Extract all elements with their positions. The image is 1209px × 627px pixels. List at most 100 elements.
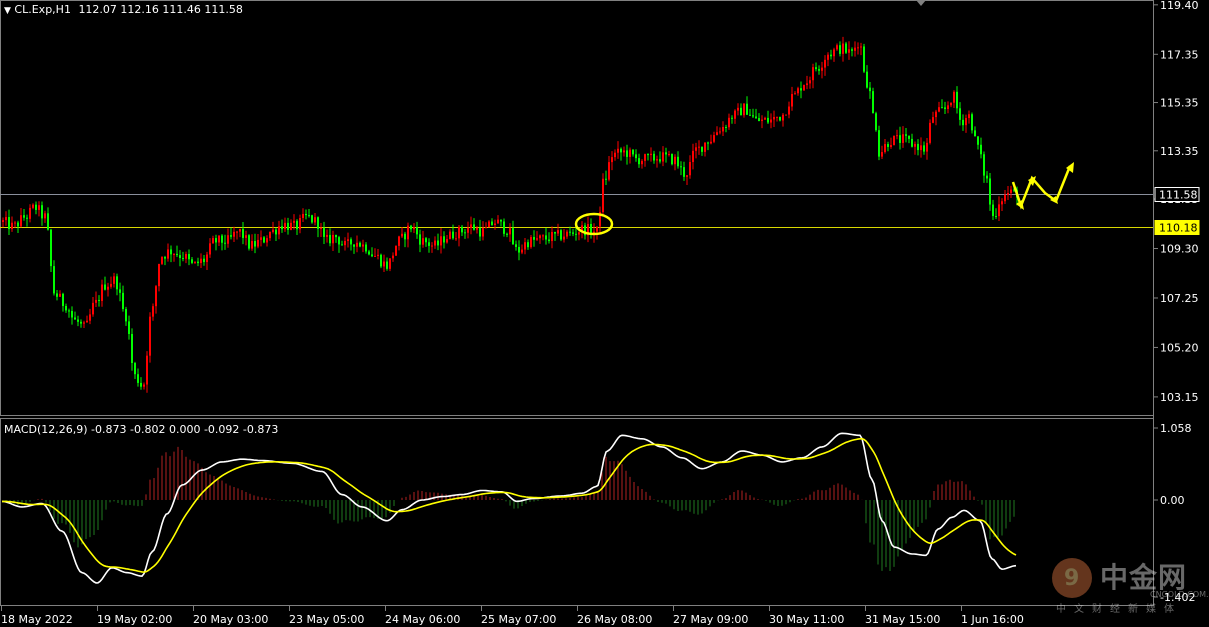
candle-body <box>242 228 244 238</box>
macd-header: MACD(12,26,9) -0.873 -0.802 0.000 -0.092… <box>4 423 279 436</box>
candle-body <box>332 234 334 244</box>
time-tick-label: 18 May 2022 <box>1 613 73 626</box>
candle-body <box>407 225 409 240</box>
candle-body <box>161 256 163 264</box>
candle-body <box>527 242 529 248</box>
candle-body <box>491 221 493 225</box>
candle-body <box>155 286 157 307</box>
candle-body <box>1001 201 1003 205</box>
candle-body <box>935 111 937 118</box>
candle-body <box>542 235 544 237</box>
candle-body <box>446 238 448 243</box>
candle-body <box>851 49 853 51</box>
candle-body <box>488 221 490 228</box>
candle-body <box>620 148 622 153</box>
candle-body <box>110 283 112 287</box>
candle-body <box>77 319 79 322</box>
candle-body <box>455 238 457 240</box>
candle-body <box>617 148 619 153</box>
candle-body <box>14 222 16 224</box>
candle-body <box>866 71 868 88</box>
candle-body <box>248 235 250 249</box>
candle-body <box>773 116 775 120</box>
macd-tick-label: 0.00 <box>1160 494 1185 507</box>
candle-body <box>959 108 961 120</box>
candle-body <box>266 238 268 243</box>
candle-body <box>860 46 862 48</box>
candle-body <box>632 149 634 155</box>
candle-body <box>512 228 514 245</box>
time-tick-label: 20 May 03:00 <box>193 613 268 626</box>
candle-body <box>326 234 328 237</box>
candle-body <box>902 134 904 143</box>
candle-body <box>56 293 58 297</box>
mt4-chart[interactable]: 119.40117.35115.35113.35111.35109.30107.… <box>0 0 1209 627</box>
candle-body <box>899 135 901 143</box>
candle-body <box>869 87 871 92</box>
candle-body <box>314 217 316 223</box>
candle-body <box>239 228 241 232</box>
support-level-label: 110.18 <box>1159 222 1198 235</box>
time-tick-label: 23 May 05:00 <box>289 613 364 626</box>
candle-body <box>608 162 610 180</box>
candle-body <box>398 236 400 246</box>
header-dropdown-icon[interactable]: ▼ <box>4 6 11 16</box>
candle-body <box>698 146 700 148</box>
time-tick-label: 26 May 08:00 <box>577 613 652 626</box>
candle-body <box>539 235 541 239</box>
candle-body <box>881 152 883 157</box>
candle-body <box>146 355 148 385</box>
candle-body <box>662 152 664 162</box>
candle-body <box>809 80 811 84</box>
candle-body <box>563 236 565 240</box>
candle-body <box>191 259 193 263</box>
candle-body <box>299 217 301 230</box>
candle-body <box>176 253 178 256</box>
candle-body <box>740 107 742 116</box>
candle-body <box>374 255 376 257</box>
candle-body <box>353 244 355 247</box>
candle-body <box>380 254 382 267</box>
candle-body <box>140 382 142 387</box>
candle-body <box>548 239 550 242</box>
candle-body <box>227 235 229 244</box>
candle-body <box>965 118 967 126</box>
candle-body <box>467 227 469 233</box>
candle-body <box>359 242 361 247</box>
candle-body <box>722 126 724 132</box>
candle-body <box>71 310 73 318</box>
candle-body <box>545 235 547 240</box>
candle-body <box>431 245 433 247</box>
candle-body <box>185 253 187 259</box>
candle-body <box>29 207 31 219</box>
candle-body <box>977 136 979 145</box>
macd-tick-label: 1.058 <box>1160 422 1192 435</box>
candle-body <box>413 227 415 230</box>
candle-body <box>440 236 442 246</box>
candle-body <box>485 227 487 229</box>
candle-body <box>890 145 892 147</box>
candle-body <box>410 225 412 230</box>
candle-body <box>533 236 535 240</box>
candle-body <box>404 233 406 240</box>
candle-body <box>503 221 505 234</box>
candle-body <box>68 310 70 312</box>
candle-body <box>929 122 931 143</box>
candle-body <box>65 306 67 311</box>
candle-body <box>1007 193 1009 195</box>
candle-body <box>98 299 100 301</box>
candle-body <box>17 222 19 227</box>
candle-body <box>74 317 76 320</box>
candle-body <box>995 216 997 218</box>
candle-body <box>284 222 286 230</box>
candle-body <box>389 258 391 269</box>
candle-body <box>968 114 970 119</box>
candle-body <box>878 130 880 157</box>
candle-body <box>92 302 94 315</box>
candle-body <box>167 249 169 259</box>
candle-body <box>521 249 523 253</box>
candle-body <box>302 213 304 218</box>
candle-body <box>269 231 271 239</box>
candle-body <box>194 261 196 263</box>
candle-body <box>836 45 838 50</box>
